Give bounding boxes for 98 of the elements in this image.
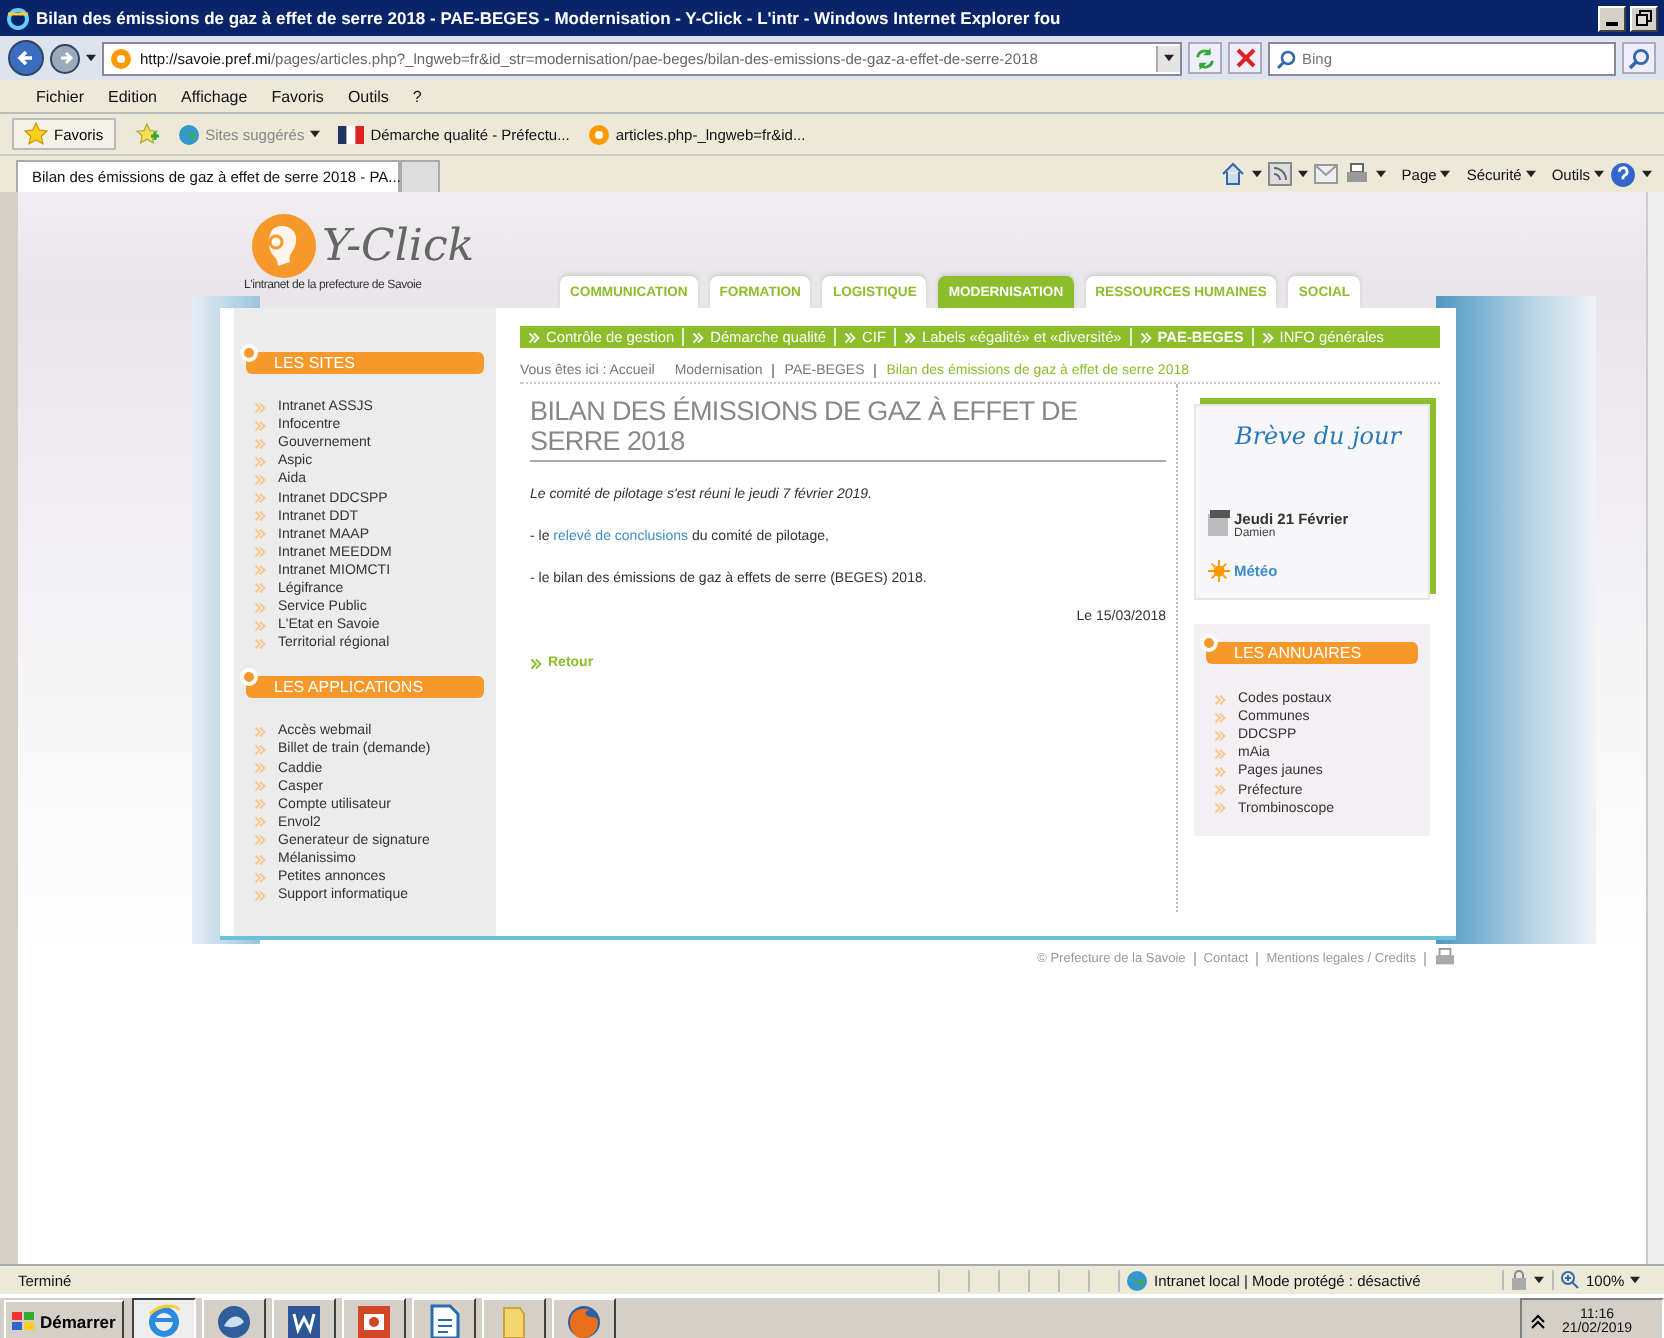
caret-icon <box>1594 170 1604 178</box>
caret-icon <box>1297 170 1308 178</box>
restore-icon <box>1636 10 1652 26</box>
restore-button[interactable] <box>1630 5 1658 31</box>
chevron-icon <box>1214 765 1226 778</box>
refresh-icon <box>1194 47 1216 69</box>
stop-button[interactable] <box>1228 42 1262 74</box>
chevron-icon <box>254 528 266 541</box>
chevron-icon <box>903 331 916 343</box>
chevron-icon <box>254 725 266 738</box>
chevron-icon <box>254 564 266 577</box>
help-icon[interactable] <box>1610 161 1636 187</box>
sun-icon <box>1208 560 1230 582</box>
menu-item[interactable]: Affichage <box>180 87 248 105</box>
chevron-icon <box>254 637 266 650</box>
chevron-icon <box>530 658 542 670</box>
menu-item[interactable]: Favoris <box>271 87 324 105</box>
printer-icon[interactable] <box>1343 162 1370 186</box>
browser-icon <box>145 1303 182 1338</box>
chevron-up-icon[interactable] <box>1530 1313 1546 1329</box>
caret-icon <box>1534 1276 1544 1284</box>
dropdown-button[interactable] <box>1156 45 1180 71</box>
chevron-icon <box>254 798 266 811</box>
logo-text: Y-Click <box>322 221 475 271</box>
chevron-icon <box>1139 331 1152 343</box>
back-arrow-icon <box>14 46 38 70</box>
search-icon <box>1276 49 1296 69</box>
chevron-icon <box>254 473 266 486</box>
chevron-icon <box>254 853 266 866</box>
close-icon <box>1235 48 1255 68</box>
article-title: BILAN DES ÉMISSIONS DE GAZ À EFFET DE SERRE 2018 <box>530 396 1166 462</box>
chevron-icon <box>254 619 266 632</box>
caret-icon <box>86 54 96 62</box>
chevron-icon <box>254 492 266 505</box>
chevron-icon <box>1214 711 1226 724</box>
forward-button[interactable] <box>50 43 80 73</box>
chevron-icon <box>254 437 266 450</box>
chevron-icon <box>1261 331 1274 343</box>
menu-item[interactable]: Outils <box>347 87 389 105</box>
caret-icon <box>310 130 321 138</box>
menu-item[interactable]: ? <box>412 87 422 105</box>
calendar-icon <box>1208 510 1230 536</box>
chevron-icon <box>254 780 266 793</box>
chevron-icon <box>1214 729 1226 742</box>
feed-icon[interactable] <box>1267 162 1292 186</box>
chevron-icon <box>254 601 266 614</box>
back-button[interactable] <box>8 40 44 76</box>
chevron-icon <box>254 743 266 756</box>
caret-icon <box>1375 170 1386 178</box>
caret-icon <box>1164 54 1174 62</box>
chevron-icon <box>1214 693 1226 706</box>
chevron-icon <box>254 401 266 414</box>
globe-icon <box>1126 1269 1148 1291</box>
brief-title: Brève du jour <box>1235 422 1401 450</box>
caret-icon <box>1440 170 1451 178</box>
home-icon[interactable] <box>1219 162 1246 186</box>
chevron-icon <box>254 762 266 775</box>
bird-icon <box>215 1303 252 1338</box>
caret-icon <box>1251 170 1262 178</box>
chevron-icon <box>254 546 266 559</box>
search-button[interactable] <box>1622 42 1656 74</box>
forward-arrow-icon <box>55 48 75 68</box>
menu-item[interactable]: Fichier <box>36 87 85 105</box>
chevron-icon <box>254 419 266 432</box>
window-title: Bilan des émissions de gaz à effet de serre 2018 - PAE-BEGES - Modernisation - Y-Click - L'intr - Windows Internet Explorer fou <box>36 8 1063 28</box>
caret-icon <box>1642 170 1652 178</box>
chevron-icon <box>1214 784 1226 797</box>
browser-icon <box>6 6 30 30</box>
chevron-icon <box>254 871 266 884</box>
globe-icon <box>177 123 200 145</box>
chevron-icon <box>844 331 857 343</box>
chevron-icon <box>254 582 266 595</box>
caret-icon <box>1525 170 1536 178</box>
chevron-icon <box>254 510 266 523</box>
fox-globe-icon <box>565 1303 602 1338</box>
chevron-icon <box>528 331 540 343</box>
start-button[interactable]: Démarrer <box>4 1300 124 1338</box>
scrollbar[interactable] <box>1646 192 1664 1264</box>
printer-icon[interactable] <box>1434 948 1456 968</box>
star-icon <box>24 122 48 146</box>
page-icon <box>587 123 610 145</box>
taskbar-app[interactable] <box>131 1298 196 1338</box>
chevron-icon <box>692 331 705 343</box>
page-icon <box>110 47 132 69</box>
zoom-icon <box>1560 1270 1580 1290</box>
chevron-icon <box>254 834 266 847</box>
logo-icon <box>250 212 318 280</box>
menu-item[interactable]: Edition <box>108 87 157 105</box>
windows-logo-icon <box>12 1310 36 1332</box>
chevron-icon <box>254 455 266 468</box>
chevron-icon <box>1214 747 1226 760</box>
chevron-icon <box>254 889 266 902</box>
flag-icon <box>338 125 365 143</box>
minimize-button[interactable] <box>1598 5 1626 31</box>
caret-icon <box>1630 1276 1641 1284</box>
chevron-icon <box>1214 802 1226 815</box>
chevron-icon <box>254 816 266 829</box>
search-icon <box>1628 47 1650 69</box>
